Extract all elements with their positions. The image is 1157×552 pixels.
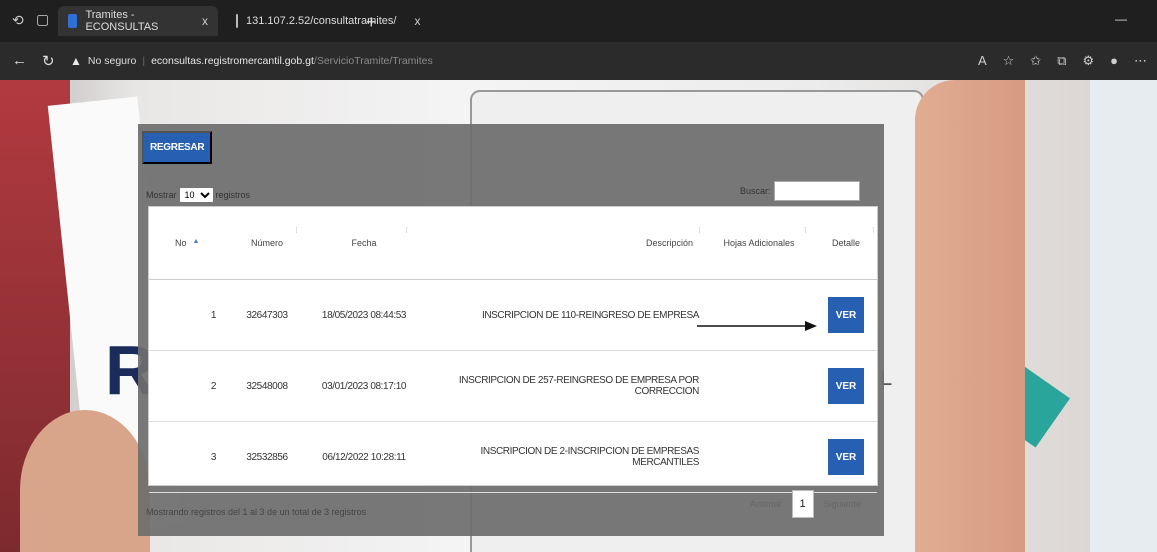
row-no: 2	[149, 350, 226, 422]
page-favicon-icon	[236, 14, 238, 28]
page-size-select[interactable]: 10	[178, 187, 214, 203]
table-row: 3 32532856 06/12/2022 10:28:11 INSCRIPCI…	[149, 421, 877, 493]
minimize-button[interactable]: —	[1115, 12, 1127, 26]
regresar-button[interactable]: REGRESAR	[142, 131, 213, 164]
col-hojas[interactable]: Hojas Adicionales ⁝	[703, 207, 815, 280]
search-control: Buscar:	[740, 181, 860, 201]
row-hojas	[703, 421, 815, 493]
row-fecha: 18/05/2023 08:44:53	[308, 279, 420, 351]
ver-button[interactable]: VER	[828, 439, 864, 475]
pager-current-page[interactable]: 1	[791, 490, 814, 518]
url-separator: |	[142, 55, 146, 67]
url-host: econsultas.registromercantil.gob.gt	[151, 55, 314, 67]
background-right-area	[1090, 80, 1157, 552]
new-tab-button[interactable]: +	[366, 12, 377, 33]
tramites-table-container: No ▲ Número ⁝ Fecha ⁝ Descripción ⁝ Hojas Ad…	[148, 206, 878, 493]
page-size-control: Mostrar 10 registros	[146, 187, 250, 203]
collections-icon[interactable]: ⧉	[1057, 53, 1066, 69]
ver-button[interactable]: VER	[828, 297, 864, 333]
warning-icon: ▲	[70, 54, 82, 68]
reload-icon[interactable]: ↻	[42, 52, 55, 70]
tab-close-icon[interactable]: x	[202, 14, 208, 28]
pagination: Anterior 1 Siguiente	[750, 490, 861, 518]
row-numero: 32532856	[226, 421, 308, 493]
favorites-list-icon[interactable]: ✩	[1030, 53, 1041, 69]
table-header-row: No ▲ Número ⁝ Fecha ⁝ Descripción ⁝ Hojas Ad…	[149, 207, 877, 280]
row-numero: 32647303	[226, 279, 308, 351]
row-fecha: 03/01/2023 08:17:10	[308, 350, 420, 422]
workspace-icon[interactable]: ⟲	[12, 12, 24, 29]
tab-consultatramites[interactable]: 131.107.2.52/consultatramites/ x	[226, 6, 420, 36]
tramites-table: No ▲ Número ⁝ Fecha ⁝ Descripción ⁝ Hojas Ad…	[149, 207, 877, 493]
search-input[interactable]	[773, 181, 860, 201]
table-row: 2 32548008 03/01/2023 08:17:10 INSCRIPCI…	[149, 350, 877, 422]
sort-asc-icon: ▲	[192, 238, 200, 245]
pager-prev[interactable]: Anterior	[750, 499, 782, 509]
back-arrow-icon[interactable]: ←	[12, 52, 27, 69]
ver-button[interactable]: VER	[828, 368, 864, 404]
col-numero[interactable]: Número ⁝	[226, 207, 308, 280]
site-favicon-icon	[68, 14, 78, 28]
more-menu-icon[interactable]: ⋯	[1134, 53, 1147, 69]
url-field[interactable]: ▲ No seguro | econsultas.registromercant…	[70, 49, 950, 73]
url-path: /ServicioTramite/Tramites	[313, 55, 433, 67]
extensions-icon[interactable]: ⚙	[1082, 53, 1094, 69]
tab-tramites[interactable]: Tramites - ECONSULTAS x	[58, 6, 218, 36]
sort-icon: ⁝	[872, 225, 875, 235]
tab-close-icon[interactable]: x	[414, 14, 420, 28]
table-row: 1 32647303 18/05/2023 08:44:53 INSCRIPCI…	[149, 279, 877, 351]
tab-title: Tramites - ECONSULTAS	[85, 9, 159, 33]
read-aloud-icon[interactable]: A	[978, 53, 987, 69]
show-suffix: registros	[215, 190, 251, 200]
row-numero: 32548008	[226, 350, 308, 422]
col-detalle[interactable]: Detalle ⁝	[815, 207, 877, 280]
show-label: Mostrar	[146, 190, 177, 200]
browser-tab-bar: ⟲ ▢ Tramites - ECONSULTAS x 131.107.2.52…	[0, 0, 1157, 42]
col-no[interactable]: No ▲	[149, 207, 226, 280]
row-descripcion: INSCRIPCION DE 257-REINGRESO DE EMPRESA …	[420, 350, 703, 422]
sort-icon: ⁝	[804, 225, 807, 235]
sort-icon: ⁝	[698, 225, 701, 235]
row-no: 1	[149, 279, 226, 351]
row-descripcion: INSCRIPCION DE 2-INSCRIPCION DE EMPRESAS…	[420, 421, 703, 493]
toolbar-icons: A ☆ ✩ ⧉ ⚙ ● ⋯	[978, 53, 1147, 69]
tab-actions-icon[interactable]: ▢	[36, 11, 49, 28]
row-hojas	[703, 350, 815, 422]
row-descripcion: INSCRIPCION DE 110-REINGRESO DE EMPRESA	[420, 279, 703, 351]
row-no: 3	[149, 421, 226, 493]
records-info: Mostrando registros del 1 al 3 de un tot…	[146, 507, 367, 517]
address-bar-row: ← ↻ ▲ No seguro | econsultas.registromer…	[0, 42, 1157, 80]
pager-next[interactable]: Siguiente	[824, 499, 862, 509]
annotation-arrow-icon	[697, 321, 817, 331]
profile-avatar-icon[interactable]: ●	[1110, 53, 1118, 69]
col-descripcion[interactable]: Descripción ⁝	[420, 207, 703, 280]
row-hojas	[703, 279, 815, 351]
sort-icon: ⁝	[405, 225, 408, 235]
sort-icon: ⁝	[295, 225, 298, 235]
search-label: Buscar:	[740, 186, 771, 196]
col-fecha[interactable]: Fecha ⁝	[308, 207, 420, 280]
security-label: No seguro	[87, 55, 137, 67]
tramites-panel: REGRESAR Mostrar 10 registros Buscar: No…	[138, 124, 884, 536]
favorite-star-icon[interactable]: ☆	[1003, 53, 1015, 69]
row-fecha: 06/12/2022 10:28:11	[308, 421, 420, 493]
background-right-hand	[915, 80, 1025, 552]
